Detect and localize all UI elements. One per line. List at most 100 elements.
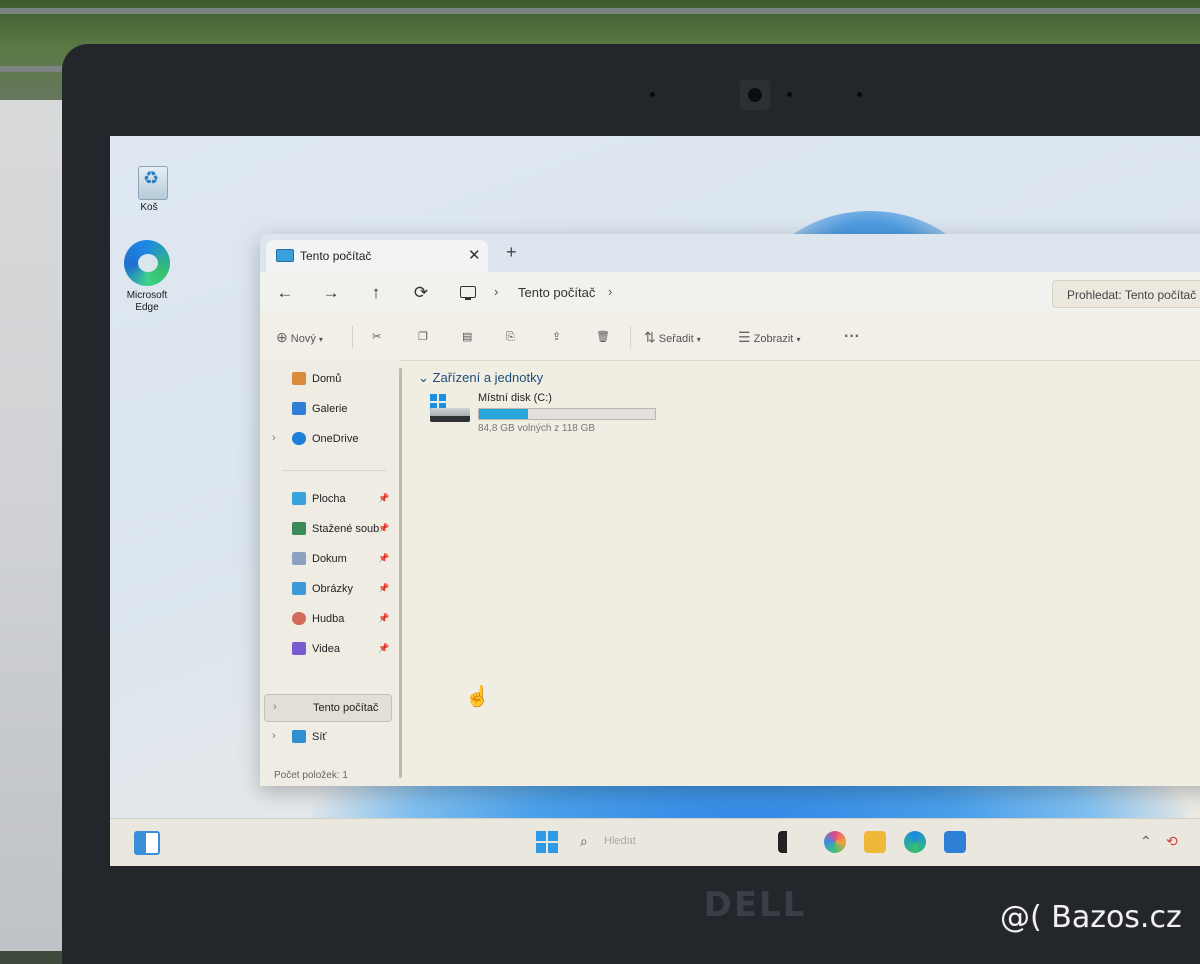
refresh-button[interactable]: ⟳ [408, 280, 434, 306]
music-icon [292, 612, 306, 625]
copy-icon[interactable]: ❐ [418, 326, 428, 348]
watermark: @( Bazos.cz [1000, 900, 1182, 935]
drive-usage-bar [478, 408, 656, 420]
new-button[interactable]: ⊕ Nový ▾ [276, 326, 323, 348]
desktop-icon-edge[interactable]: Microsoft Edge [112, 236, 182, 320]
sidebar-item-this-pc[interactable]: › Tento počítač [264, 694, 392, 722]
share-icon[interactable]: ⇪ [552, 326, 561, 348]
sidebar-item-home[interactable]: Domů [260, 366, 396, 392]
sidebar-item-gallery[interactable]: Galerie [260, 396, 396, 422]
forward-button[interactable]: → [318, 280, 344, 306]
sidebar-item-label: OneDrive [312, 433, 359, 445]
breadcrumb-this-pc[interactable]: Tento počítač [518, 285, 595, 300]
pin-icon[interactable]: 📌 [378, 553, 389, 564]
navigation-pane: Domů Galerie › OneDrive Plocha 📌 Stažené… [260, 360, 400, 786]
sidebar-item-music[interactable]: Hudba 📌 [260, 606, 396, 632]
download-icon [292, 522, 306, 535]
file-explorer-window: Tento počítač ✕ + ← → ↑ ⟳ › Tento počíta… [260, 234, 1200, 786]
sidebar-item-label: Stažené soub [312, 523, 380, 535]
status-bar: Počet položek: 1 [274, 770, 348, 781]
delete-icon[interactable]: 🗑 [596, 326, 610, 348]
background-surface [0, 100, 70, 951]
chevron-up-icon[interactable]: ⌃ [1140, 833, 1152, 850]
taskbar-search[interactable]: ⌕ Hledat [576, 829, 726, 855]
file-explorer-icon[interactable] [864, 831, 886, 853]
sidebar-item-onedrive[interactable]: › OneDrive [260, 426, 396, 452]
sidebar-item-label: Domů [312, 373, 342, 385]
tab-bar: Tento počítač ✕ + [260, 234, 1200, 272]
rename-icon[interactable]: ⎘ [506, 326, 515, 348]
widgets-icon[interactable] [134, 831, 160, 855]
breadcrumb-separator[interactable]: › [608, 284, 612, 299]
drive-usage-fill [479, 409, 529, 419]
this-pc-icon [293, 701, 307, 714]
new-tab-button[interactable]: + [506, 242, 517, 263]
chevron-right-icon[interactable]: › [272, 730, 276, 742]
chevron-right-icon[interactable]: › [272, 432, 276, 444]
start-button[interactable] [536, 831, 558, 853]
search-input[interactable]: Prohledat: Tento počítač [1052, 280, 1200, 308]
pin-icon[interactable]: 📌 [378, 523, 389, 534]
desktop-icon-recycle-bin[interactable]: Koš [114, 150, 184, 213]
more-options-icon[interactable]: ··· [844, 326, 860, 348]
task-view-icon[interactable] [778, 831, 800, 853]
drive-local-disk-c[interactable]: Místní disk (C:) 84,8 GB volných z 118 G… [430, 392, 690, 440]
sort-icon: ⇅ [644, 329, 656, 345]
sidebar-item-label: Tento počítač [313, 702, 379, 714]
pin-icon[interactable]: 📌 [378, 613, 389, 624]
view-button[interactable]: ☰ Zobrazit ▾ [738, 326, 800, 348]
sidebar-item-downloads[interactable]: Stažené soub 📌 [260, 516, 396, 542]
background-railing [0, 8, 1200, 14]
sidebar-item-label: Síť [312, 731, 327, 743]
sidebar-scrollbar[interactable] [399, 368, 402, 778]
sort-button[interactable]: ⇅ Seřadit ▾ [644, 326, 701, 348]
plus-circle-icon: ⊕ [276, 329, 288, 345]
edge-taskbar-icon[interactable] [904, 831, 926, 853]
sidebar-item-desktop[interactable]: Plocha 📌 [260, 486, 396, 512]
cut-icon[interactable]: ✂ [372, 326, 381, 348]
address-bar[interactable]: › Tento počítač › [450, 278, 1040, 308]
this-pc-icon [276, 249, 294, 262]
chevron-down-icon: ⌄ [418, 370, 429, 385]
pin-icon[interactable]: 📌 [378, 643, 389, 654]
sidebar-item-network[interactable]: › Síť [260, 724, 396, 750]
dell-logo: DELL [703, 885, 807, 925]
sidebar-item-label: Galerie [312, 403, 348, 415]
store-icon[interactable] [944, 831, 966, 853]
taskbar-search-placeholder: Hledat [604, 835, 636, 847]
sensor-dot [787, 92, 792, 97]
sidebar-item-pictures[interactable]: Obrázky 📌 [260, 576, 396, 602]
group-header[interactable]: ⌄ Zařízení a jednotky [418, 370, 543, 386]
pin-icon[interactable]: 📌 [378, 583, 389, 594]
drive-free-space: 84,8 GB volných z 118 GB [478, 423, 596, 434]
onedrive-icon [292, 432, 306, 445]
chevron-down-icon: ▾ [696, 335, 701, 344]
tab-title: Tento počítač [300, 249, 372, 263]
search-icon: ⌕ [580, 833, 588, 849]
tab-this-pc[interactable]: Tento počítač ✕ [266, 240, 488, 272]
view-icon: ☰ [738, 329, 751, 345]
screen: Koš Microsoft Edge Tento počítač ✕ + ← →… [110, 136, 1200, 866]
chevron-right-icon[interactable]: › [273, 701, 277, 713]
taskbar: ⌕ Hledat ⌃ ⟲ [110, 818, 1200, 866]
system-tray-icon[interactable]: ⟲ [1166, 833, 1178, 850]
back-button[interactable]: ← [272, 280, 298, 306]
sensor-dot [857, 92, 862, 97]
desktop-icon-label: Microsoft Edge [126, 290, 168, 313]
close-tab-icon[interactable]: ✕ [468, 246, 481, 264]
sort-label: Seřadit [658, 333, 694, 345]
gallery-icon [292, 402, 306, 415]
navigation-bar: ← → ↑ ⟳ › Tento počítač › Prohledat: Ten… [260, 272, 1200, 314]
desktop-icon-label: Koš [140, 202, 158, 213]
copilot-icon[interactable] [824, 831, 846, 853]
drive-name: Místní disk (C:) [478, 392, 552, 404]
sensor-dot [650, 92, 655, 97]
separator [630, 326, 631, 348]
paste-icon[interactable]: ▤ [462, 326, 472, 348]
hand-cursor-icon: ☝ [465, 686, 490, 708]
pictures-icon [292, 582, 306, 595]
up-button[interactable]: ↑ [363, 280, 389, 306]
pin-icon[interactable]: 📌 [378, 493, 389, 504]
sidebar-item-videos[interactable]: Videa 📌 [260, 636, 396, 662]
sidebar-item-documents[interactable]: Dokum 📌 [260, 546, 396, 572]
